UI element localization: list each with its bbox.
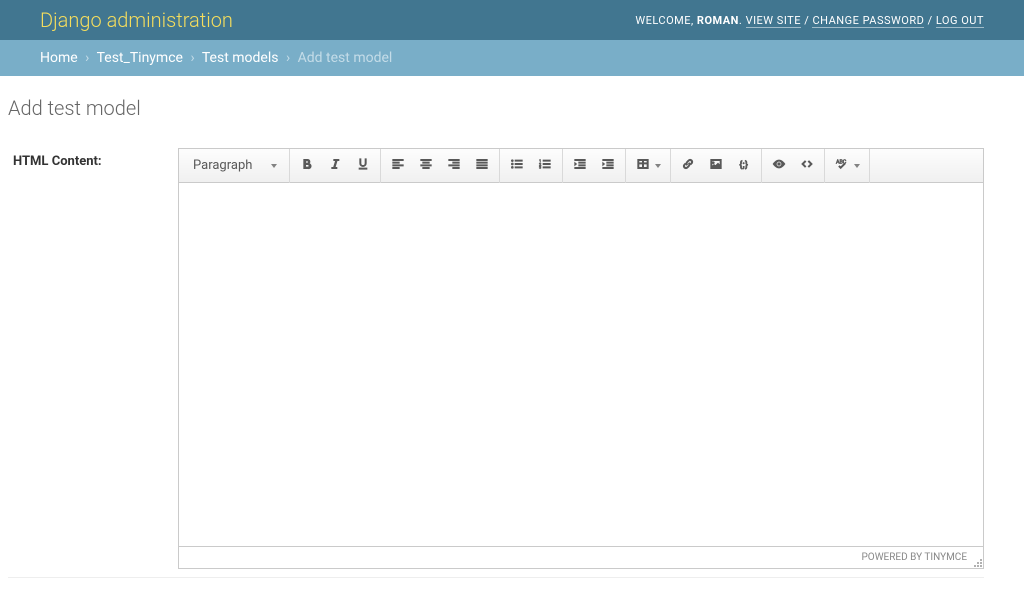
page-title: Add test model xyxy=(8,96,984,120)
branding-link[interactable]: Django administration xyxy=(40,8,233,32)
code-button[interactable] xyxy=(793,153,821,179)
eye-icon xyxy=(771,156,787,176)
image-icon xyxy=(708,156,724,176)
chevron-down-icon xyxy=(655,164,661,168)
align-justify-button[interactable] xyxy=(468,153,496,179)
align-left-icon xyxy=(390,156,406,176)
table-icon xyxy=(635,156,651,176)
bullet-list-icon xyxy=(509,156,525,176)
link-button[interactable] xyxy=(674,153,702,179)
branding: Django administration xyxy=(40,8,233,32)
user-tools: WELCOME, ROMAN. VIEW SITE / CHANGE PASSW… xyxy=(635,14,984,27)
field-body: Paragraph xyxy=(178,148,984,569)
username: ROMAN xyxy=(697,14,739,27)
format-select-label: Paragraph xyxy=(193,158,252,173)
align-justify-icon xyxy=(474,156,490,176)
italic-button[interactable] xyxy=(321,153,349,179)
outdent-button[interactable] xyxy=(566,153,594,179)
form-row-html-content: HTML Content: Paragraph xyxy=(8,140,984,578)
toolbar-group-align xyxy=(381,149,500,183)
toolbar-group-indent xyxy=(563,149,626,183)
align-right-icon xyxy=(446,156,462,176)
bullet-list-button[interactable] xyxy=(503,153,531,179)
breadcrumbs: Home › Test_Tinymce › Test models › Add … xyxy=(0,40,1024,76)
table-button[interactable] xyxy=(629,153,667,179)
align-left-button[interactable] xyxy=(384,153,412,179)
chevron-down-icon xyxy=(271,164,277,168)
breadcrumb-app[interactable]: Test_Tinymce xyxy=(97,50,183,66)
chevron-down-icon xyxy=(854,164,860,168)
breadcrumb-home[interactable]: Home xyxy=(40,50,78,66)
toolbar-group-text xyxy=(290,149,381,183)
align-right-button[interactable] xyxy=(440,153,468,179)
breadcrumb-model[interactable]: Test models xyxy=(202,50,279,66)
codesample-icon: {;} xyxy=(736,156,752,176)
html-content-label: HTML Content: xyxy=(8,148,178,569)
svg-text:{;}: {;} xyxy=(739,159,748,170)
toolbar-group-format: Paragraph xyxy=(179,149,290,183)
change-password-link[interactable]: CHANGE PASSWORD xyxy=(812,14,924,28)
spellcheck-icon: ABC xyxy=(834,156,850,176)
tinymce-toolbar: Paragraph xyxy=(179,149,983,183)
tinymce-editor: Paragraph xyxy=(178,148,984,569)
toolbar-group-insert: {;} xyxy=(671,149,762,183)
tinymce-branding: POWERED BY TINYMCE xyxy=(862,552,980,563)
numbered-list-icon: 123 xyxy=(537,156,553,176)
toolbar-group-view xyxy=(762,149,825,183)
underline-icon xyxy=(355,156,371,176)
codesample-button[interactable]: {;} xyxy=(730,153,758,179)
spellcheck-button[interactable]: ABC xyxy=(828,153,866,179)
underline-button[interactable] xyxy=(349,153,377,179)
logout-link[interactable]: LOG OUT xyxy=(936,14,984,28)
resize-icon xyxy=(971,556,983,572)
align-center-icon xyxy=(418,156,434,176)
code-icon xyxy=(799,156,815,176)
tinymce-edit-area[interactable] xyxy=(179,183,983,546)
view-site-link[interactable]: VIEW SITE xyxy=(746,14,801,28)
link-icon xyxy=(680,156,696,176)
indent-button[interactable] xyxy=(594,153,622,179)
tinymce-statusbar: POWERED BY TINYMCE xyxy=(179,546,983,568)
resize-handle[interactable] xyxy=(971,556,983,568)
content: Add test model HTML Content: Paragraph xyxy=(0,76,1024,578)
indent-icon xyxy=(600,156,616,176)
toolbar-group-table xyxy=(626,149,671,183)
svg-text:3: 3 xyxy=(539,164,541,169)
format-select[interactable]: Paragraph xyxy=(182,153,286,179)
outdent-icon xyxy=(572,156,588,176)
align-center-button[interactable] xyxy=(412,153,440,179)
admin-header: Django administration WELCOME, ROMAN. VI… xyxy=(0,0,1024,40)
toolbar-group-list: 123 xyxy=(500,149,563,183)
breadcrumb-current: Add test model xyxy=(298,50,393,66)
bold-button[interactable] xyxy=(293,153,321,179)
numbered-list-button[interactable]: 123 xyxy=(531,153,559,179)
preview-button[interactable] xyxy=(765,153,793,179)
italic-icon xyxy=(327,156,343,176)
bold-icon xyxy=(299,156,315,176)
welcome-text: WELCOME, xyxy=(635,14,697,27)
image-button[interactable] xyxy=(702,153,730,179)
toolbar-group-spell: ABC xyxy=(825,149,870,183)
